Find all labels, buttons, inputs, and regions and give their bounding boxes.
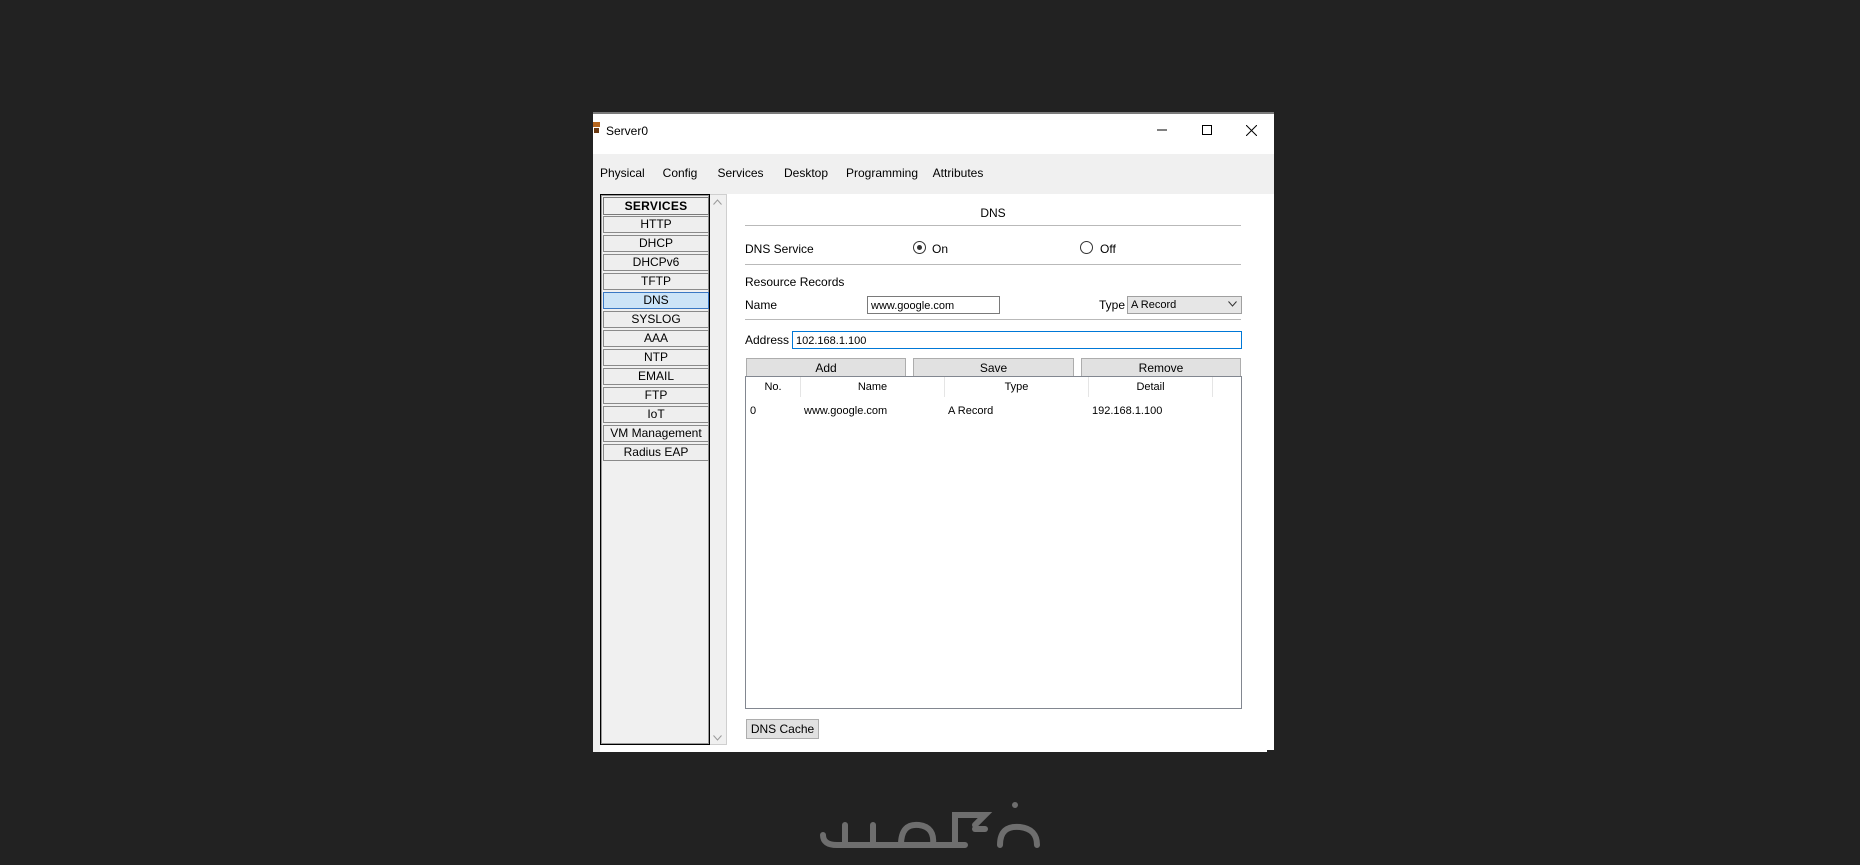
service-item-ftp[interactable]: FTP xyxy=(603,387,709,404)
tab-desktop[interactable]: Desktop xyxy=(784,162,828,184)
service-item-aaa[interactable]: AAA xyxy=(603,330,709,347)
service-item-vm-management[interactable]: VM Management xyxy=(603,425,709,442)
service-item-iot[interactable]: IoT xyxy=(603,406,709,423)
record-type-label: Type xyxy=(1099,298,1126,312)
dns-on-label[interactable]: On xyxy=(932,242,948,256)
tab-physical[interactable]: Physical xyxy=(600,162,645,184)
dns-service-label: DNS Service xyxy=(745,242,814,256)
tab-attributes[interactable]: Attributes xyxy=(932,162,984,184)
service-item-tftp[interactable]: TFTP xyxy=(603,273,709,290)
radio-checked-icon[interactable] xyxy=(913,241,926,254)
services-content: SERVICES HTTP DHCP DHCPv6 TFTP DNS SYSLO… xyxy=(593,182,1267,752)
scroll-down-icon[interactable] xyxy=(713,735,722,741)
service-item-email[interactable]: EMAIL xyxy=(603,368,709,385)
window-title: Server0 xyxy=(606,124,649,138)
add-button[interactable]: Add xyxy=(746,358,906,378)
services-header: SERVICES xyxy=(603,197,709,215)
scroll-up-icon[interactable] xyxy=(713,199,722,205)
record-type-select[interactable]: A Record xyxy=(1127,296,1242,314)
dns-panel: DNS DNS Service On Off Resource Records … xyxy=(745,182,1242,752)
divider xyxy=(745,264,1241,265)
tab-services[interactable]: Services xyxy=(707,162,774,186)
divider xyxy=(745,225,1241,226)
address-label: Address xyxy=(745,333,790,347)
resource-records-label: Resource Records xyxy=(745,275,845,289)
tab-config[interactable]: Config xyxy=(662,162,698,184)
services-list: SERVICES HTTP DHCP DHCPv6 TFTP DNS SYSLO… xyxy=(600,194,710,745)
column-header-name[interactable]: Name xyxy=(801,377,945,397)
service-item-syslog[interactable]: SYSLOG xyxy=(603,311,709,328)
app-icon xyxy=(593,122,600,133)
maximize-icon xyxy=(1201,125,1212,135)
record-detail: 192.168.1.100 xyxy=(1092,405,1163,417)
service-item-dns[interactable]: DNS xyxy=(603,292,709,309)
record-no: 0 xyxy=(750,405,757,417)
divider xyxy=(745,319,1241,320)
record-type: A Record xyxy=(948,405,994,417)
dns-title: DNS xyxy=(980,206,1006,220)
services-scrollbar[interactable] xyxy=(710,194,727,745)
service-item-dhcp[interactable]: DHCP xyxy=(603,235,709,252)
radio-unchecked-icon[interactable] xyxy=(1080,241,1093,254)
dns-off-label[interactable]: Off xyxy=(1100,242,1116,256)
save-button[interactable]: Save xyxy=(913,358,1074,378)
remove-button[interactable]: Remove xyxy=(1081,358,1241,378)
dns-cache-button[interactable]: DNS Cache xyxy=(746,719,819,739)
column-header-no[interactable]: No. xyxy=(746,377,801,397)
close-icon xyxy=(1246,124,1257,136)
title-bar[interactable]: Server0 xyxy=(593,114,1274,146)
service-item-ntp[interactable]: NTP xyxy=(603,349,709,366)
record-name: www.google.com xyxy=(804,405,888,417)
address-input[interactable]: 102.168.1.100 xyxy=(792,331,1242,349)
watermark-logo xyxy=(820,802,1040,848)
minimize-button[interactable] xyxy=(1139,114,1184,146)
record-type-value: A Record xyxy=(1131,299,1177,311)
server-window: Server0 Physical Config Services Desktop… xyxy=(593,112,1274,752)
service-item-radius-eap[interactable]: Radius EAP xyxy=(603,444,709,461)
column-header-type[interactable]: Type xyxy=(945,377,1089,397)
service-item-http[interactable]: HTTP xyxy=(603,216,709,233)
chevron-down-icon xyxy=(1228,301,1237,307)
minimize-icon xyxy=(1156,129,1167,131)
record-name-label: Name xyxy=(745,298,778,312)
close-button[interactable] xyxy=(1229,114,1274,146)
dns-records-table: No. Name Type Detail 0 www.google.com A … xyxy=(745,376,1242,709)
maximize-button[interactable] xyxy=(1184,114,1229,146)
record-name-input[interactable]: www.google.com xyxy=(867,296,1000,314)
service-item-dhcpv6[interactable]: DHCPv6 xyxy=(603,254,709,271)
column-header-detail[interactable]: Detail xyxy=(1089,377,1213,397)
tab-programming[interactable]: Programming xyxy=(846,162,918,184)
